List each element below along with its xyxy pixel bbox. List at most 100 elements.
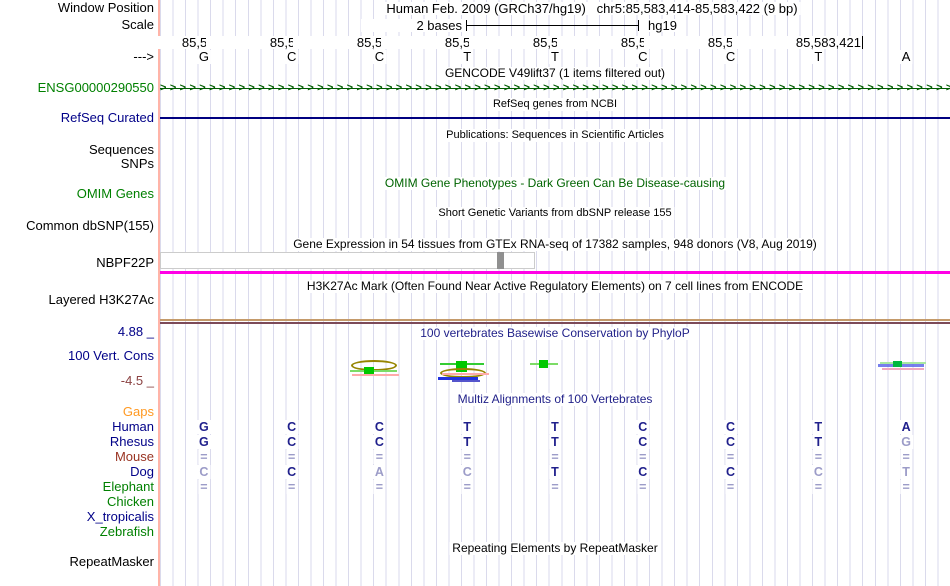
phylop-top-border	[160, 322, 950, 324]
reference-base: A	[899, 49, 913, 64]
alignment-base: =	[373, 450, 386, 464]
alignment-base: T	[461, 435, 474, 449]
species-label-elephant[interactable]: Elephant	[0, 480, 154, 494]
publications-track-title: Publications: Sequences in Scientific Ar…	[443, 129, 667, 142]
gtex-expression-box[interactable]	[160, 252, 535, 269]
alignment-base: T	[812, 435, 825, 449]
reference-base: T	[461, 49, 474, 64]
scale-bar-left-tick	[466, 20, 467, 31]
phylop-min-limit: -4.5 _	[120, 373, 154, 388]
scale-bar-line	[466, 25, 639, 26]
conservation-glyph-line	[442, 373, 489, 375]
alignment-base: C	[724, 420, 738, 434]
alignment-base: C	[636, 465, 650, 479]
alignment-base: C	[811, 465, 825, 479]
alignment-base: =	[286, 480, 298, 494]
alignment-base: T	[549, 465, 561, 479]
assembly-label: hg19	[647, 18, 678, 33]
gtex-track-title: Gene Expression in 54 tissues from GTEx …	[290, 238, 820, 251]
alignment-base: =	[461, 480, 473, 494]
refseq-track-title: RefSeq genes from NCBI	[489, 98, 621, 111]
alignment-base: C	[285, 435, 299, 449]
alignment-base: G	[197, 420, 211, 434]
alignment-base: T	[812, 420, 825, 434]
alignment-base: =	[198, 480, 210, 494]
reference-base: T	[549, 49, 561, 64]
alignment-base: G	[899, 435, 913, 449]
species-label-chicken[interactable]: Chicken	[0, 495, 154, 509]
h3k27ac-baseline	[160, 319, 950, 321]
omim-track-title: OMIM Gene Phenotypes - Dark Green Can Be…	[381, 177, 729, 190]
species-label-rhesus[interactable]: Rhesus	[0, 435, 154, 449]
reference-base: C	[723, 49, 738, 64]
alignment-base: C	[285, 420, 299, 434]
alignment-base: C	[724, 435, 738, 449]
alignment-base: C	[636, 420, 650, 434]
reference-base: T	[812, 49, 825, 64]
reference-base: C	[372, 49, 387, 64]
alignment-base: =	[724, 480, 737, 494]
alignment-base: =	[812, 450, 824, 464]
alignment-base: A	[372, 465, 386, 479]
alignment-base: =	[812, 480, 824, 494]
alignment-base: =	[900, 480, 912, 494]
gencode-track-title: GENCODE V49lift37 (1 items filtered out)	[441, 67, 669, 80]
window-position-label: Window Position	[57, 0, 154, 15]
omim-genes-label[interactable]: OMIM Genes	[0, 187, 154, 201]
alignment-base: C	[460, 465, 474, 479]
species-label-x_tropicalis[interactable]: X_tropicalis	[0, 510, 154, 524]
phylop-label[interactable]: 100 Vert. Cons	[0, 349, 154, 363]
alignment-base: C	[197, 465, 211, 479]
gencode-gene-label[interactable]: ENSG00000290550	[0, 81, 154, 95]
alignment-base: T	[900, 465, 912, 479]
alignment-base: =	[461, 450, 473, 464]
repeatmasker-track-title: Repeating Elements by RepeatMasker	[449, 542, 661, 555]
phylop-track-title: 100 vertebrates Basewise Conservation by…	[417, 327, 693, 340]
alignment-base: =	[549, 480, 561, 494]
gtex-gene-label[interactable]: NBPF22P	[0, 256, 154, 270]
conservation-glyph-square	[539, 360, 548, 368]
alignment-base: =	[549, 450, 561, 464]
gencode-strand-arrows[interactable]: >>>>>>>>>>>>>>>>>>>>>>>>>>>>>>>>>>>>>>>>…	[160, 81, 950, 95]
alignment-base: T	[549, 420, 561, 434]
alignment-base: =	[286, 450, 298, 464]
strand-label: --->	[133, 49, 154, 64]
species-label-human[interactable]: Human	[0, 420, 154, 434]
refseq-curated-label[interactable]: RefSeq Curated	[0, 111, 154, 125]
ruler-tick	[862, 36, 863, 49]
alignment-base: C	[285, 465, 299, 479]
conservation-glyph-square	[893, 361, 902, 367]
species-label-mouse[interactable]: Mouse	[0, 450, 154, 464]
repeatmasker-label[interactable]: RepeatMasker	[0, 555, 154, 569]
h3k27ac-label[interactable]: Layered H3K27Ac	[0, 293, 154, 307]
phylop-max-limit: 4.88 _	[117, 324, 154, 339]
conservation-glyph-line	[352, 374, 399, 376]
alignment-base: =	[900, 450, 912, 464]
gtex-gene-bar[interactable]	[160, 271, 950, 274]
species-label-zebrafish[interactable]: Zebrafish	[0, 525, 154, 539]
species-label-dog[interactable]: Dog	[0, 465, 154, 479]
genome-browser-image: Window Position Scale chr5: ---> Human F…	[0, 0, 950, 586]
scale-bar-right-tick	[638, 20, 639, 31]
alignment-base: T	[461, 420, 474, 434]
snps-label[interactable]: SNPs	[0, 157, 154, 171]
alignment-base: T	[549, 435, 561, 449]
conservation-glyph-line	[882, 368, 924, 370]
scale-value: 2 bases	[361, 19, 463, 32]
species-label-gaps[interactable]: Gaps	[0, 405, 154, 419]
alignment-base: C	[372, 420, 386, 434]
reference-base: G	[196, 49, 211, 64]
sequences-label[interactable]: Sequences	[0, 143, 154, 157]
multiz-track-title: Multiz Alignments of 100 Vertebrates	[454, 393, 656, 406]
alignment-base: C	[372, 435, 386, 449]
alignment-base: =	[724, 450, 737, 464]
dbsnp-label[interactable]: Common dbSNP(155)	[0, 219, 154, 233]
gtex-expression-marker[interactable]	[497, 252, 504, 269]
alignment-base: =	[637, 480, 649, 494]
h3k27ac-track-title: H3K27Ac Mark (Often Found Near Active Re…	[303, 280, 807, 293]
dbsnp-track-title: Short Genetic Variants from dbSNP releas…	[435, 207, 675, 220]
alignment-base: =	[198, 450, 210, 464]
refseq-gene-line[interactable]	[160, 117, 950, 119]
conservation-glyph-line	[452, 380, 480, 382]
scale-label: Scale	[121, 17, 154, 32]
